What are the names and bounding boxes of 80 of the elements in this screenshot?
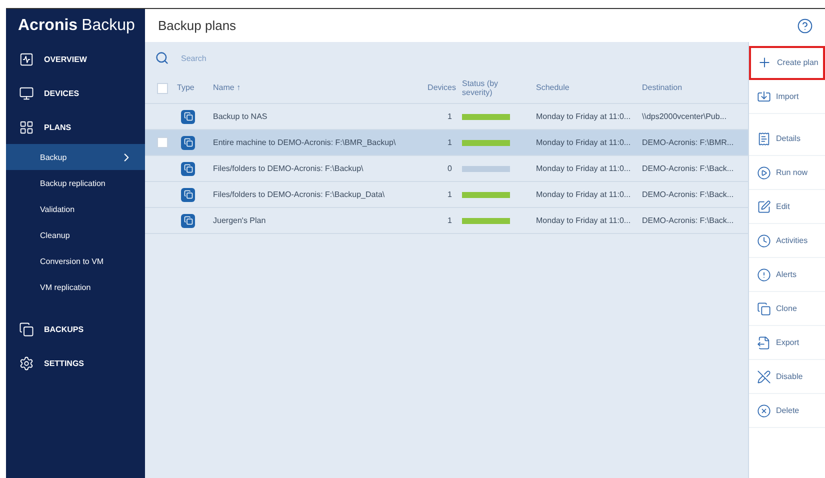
- table-row[interactable]: Files/folders to DEMO-Acronis: F:\Backup\ 0 Monday to Friday at 11:0... DEMO-Acronis: F:\Back...: [145, 156, 748, 182]
- import-icon: [757, 90, 771, 104]
- table-row[interactable]: Files/folders to DEMO-Acronis: F:\Backup_Data\ 1 Monday to Friday at 11:0... DEMO-Acronis: F:\Back...: [145, 182, 748, 208]
- plus-icon: [757, 55, 772, 70]
- table-cell: Monday to Friday at 11:0...: [536, 112, 631, 121]
- checkbox[interactable]: [157, 137, 168, 148]
- checkbox[interactable]: [157, 83, 168, 94]
- play-icon: [757, 166, 771, 180]
- pen-off-icon: [757, 370, 771, 384]
- nav-item[interactable]: OVERVIEW: [6, 42, 145, 76]
- table-row[interactable]: Entire machine to DEMO-Acronis: F:\BMR_Backup\ 1 Monday to Friday at 11:0... DEMO-Acronis: F:\BMR...: [145, 130, 748, 156]
- column-header[interactable]: Type: [177, 84, 194, 93]
- action-button[interactable]: Export: [749, 326, 825, 360]
- nav-subitem[interactable]: Cleanup: [6, 222, 145, 248]
- table-cell: Monday to Friday at 11:0...: [536, 216, 631, 225]
- table-cell: DEMO-Acronis: F:\Back...: [642, 216, 734, 225]
- table-cell: Files/folders to DEMO-Acronis: F:\Backup_Data\: [213, 190, 385, 199]
- table-cell: 0: [448, 164, 452, 173]
- table-cell: 1: [448, 216, 452, 225]
- table-cell: Monday to Friday at 11:0...: [536, 164, 631, 173]
- receipt-icon: [757, 132, 771, 146]
- backup-plan-icon: [181, 214, 195, 228]
- copy-icon: [757, 302, 771, 316]
- action-button[interactable]: Edit: [749, 190, 825, 224]
- backup-plan-icon: [181, 162, 195, 176]
- table-cell: Files/folders to DEMO-Acronis: F:\Backup\: [213, 164, 364, 173]
- gear-icon: [19, 356, 34, 370]
- table-cell: \\dps2000vcenter\Pub...: [642, 112, 726, 121]
- action-button[interactable]: Disable: [749, 360, 825, 394]
- search-icon[interactable]: [155, 51, 169, 65]
- action-button[interactable]: Run now: [749, 156, 825, 190]
- table-cell: 1: [448, 138, 452, 147]
- copy-icon: [19, 322, 34, 336]
- action-button[interactable]: Clone: [749, 292, 825, 326]
- table-cell: Backup to NAS: [213, 112, 268, 121]
- help-icon[interactable]: [797, 18, 813, 34]
- action-button[interactable]: Details: [749, 122, 825, 156]
- search-field[interactable]: Search: [179, 52, 383, 64]
- export-icon: [757, 336, 771, 350]
- nav-subitem[interactable]: VM replication: [6, 274, 145, 300]
- nav-subitem[interactable]: Backup replication: [6, 170, 145, 196]
- table-cell: 1: [448, 112, 452, 121]
- grid-icon: [19, 120, 34, 134]
- nav-subitem[interactable]: Validation: [6, 196, 145, 222]
- action-button[interactable]: Activities: [749, 224, 825, 258]
- column-header[interactable]: Status (by severity): [462, 80, 526, 98]
- nav-item[interactable]: BACKUPS: [6, 312, 145, 346]
- alert-icon: [757, 268, 771, 282]
- nav-item[interactable]: DEVICES: [6, 76, 145, 110]
- table-cell: Juergen's Plan: [213, 216, 266, 225]
- nav-subitem[interactable]: Backup: [6, 144, 145, 170]
- table-cell: DEMO-Acronis: F:\Back...: [642, 164, 734, 173]
- logo: Acronis Backup: [17, 16, 136, 36]
- nav-subitem[interactable]: Conversion to VM: [6, 248, 145, 274]
- nav-item[interactable]: PLANS: [6, 110, 145, 144]
- page-title: Backup plans: [158, 18, 236, 33]
- column-header[interactable]: Name ↑: [213, 84, 241, 93]
- backup-plan-icon: [181, 188, 195, 202]
- backup-plan-icon: [181, 110, 195, 124]
- column-header[interactable]: Schedule: [536, 84, 570, 93]
- backup-plan-icon: [181, 136, 195, 150]
- nav-item[interactable]: SETTINGS: [6, 346, 145, 380]
- edit-icon: [757, 200, 771, 214]
- monitor-icon: [19, 86, 34, 100]
- table-row[interactable]: Juergen's Plan 1 Monday to Friday at 11:0... DEMO-Acronis: F:\Back...: [145, 208, 748, 234]
- table-cell: Monday to Friday at 11:0...: [536, 138, 631, 147]
- table-cell: 1: [448, 190, 452, 199]
- action-button[interactable]: Alerts: [749, 258, 825, 292]
- clock-icon: [757, 234, 771, 248]
- table-cell: Monday to Friday at 11:0...: [536, 190, 631, 199]
- table-cell: DEMO-Acronis: F:\Back...: [642, 190, 734, 199]
- activity-square-icon: [19, 52, 34, 66]
- action-button[interactable]: Create plan: [749, 46, 825, 80]
- column-header[interactable]: Devices: [428, 84, 456, 93]
- table-cell: DEMO-Acronis: F:\BMR...: [642, 138, 734, 147]
- action-button[interactable]: Delete: [749, 394, 825, 428]
- action-button[interactable]: Import: [749, 80, 825, 114]
- table-cell: Entire machine to DEMO-Acronis: F:\BMR_Backup\: [213, 138, 396, 147]
- close-icon: [757, 404, 771, 418]
- column-header[interactable]: Destination: [642, 84, 682, 93]
